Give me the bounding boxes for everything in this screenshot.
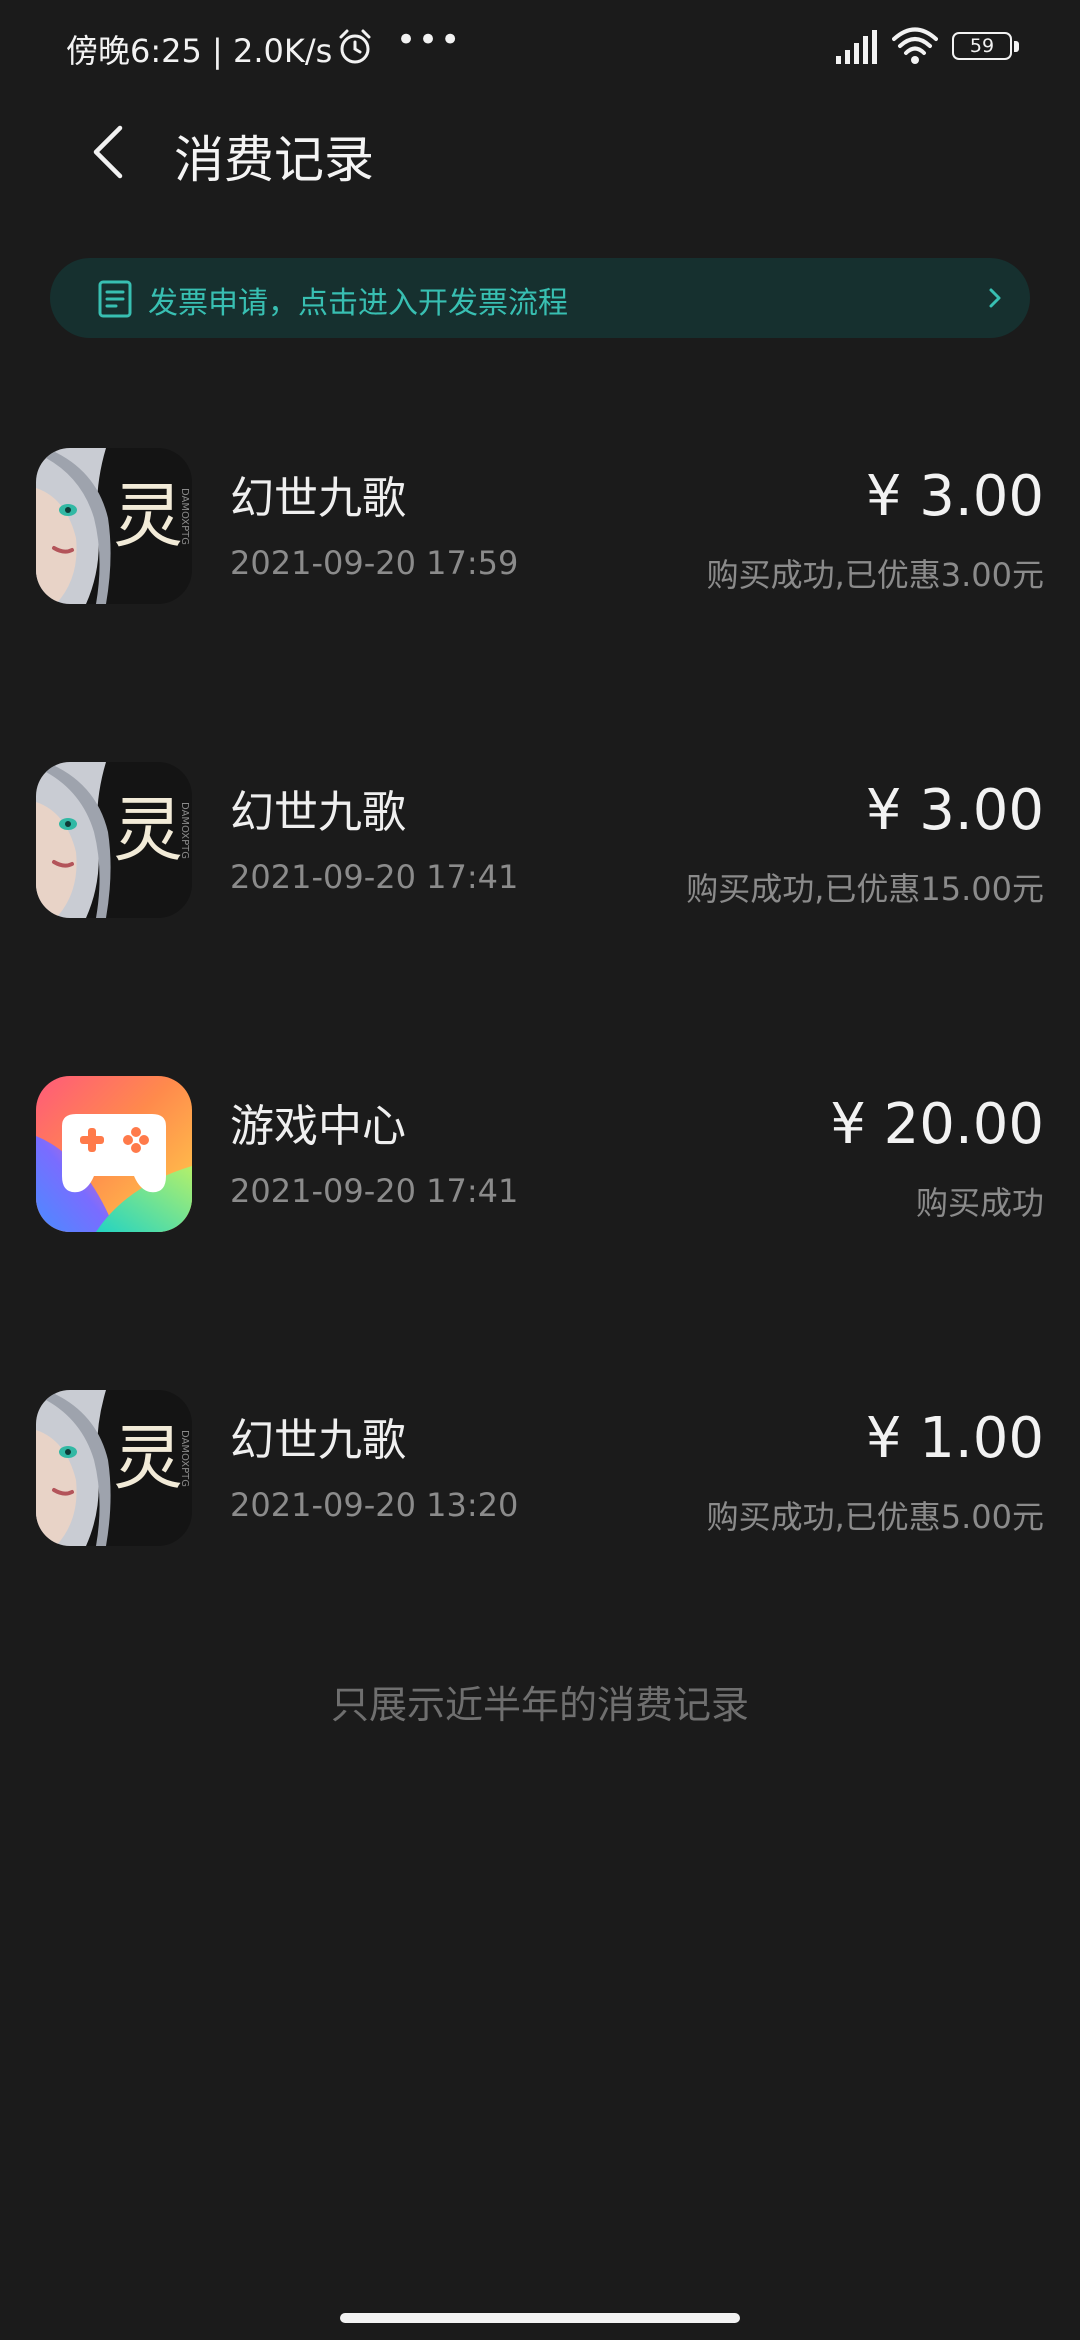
game-linghuan-icon: 灵 DAMOXPTG xyxy=(36,448,192,604)
list-item[interactable]: 灵 DAMOXPTG 幻世九歌 2021-09-20 17:59 ¥ 3.00 … xyxy=(0,448,1080,608)
receipt-icon xyxy=(98,280,132,318)
home-indicator[interactable] xyxy=(340,2313,740,2323)
record-amount: ¥ 20.00 xyxy=(830,1092,1044,1157)
record-amount: ¥ 3.00 xyxy=(865,464,1044,529)
svg-text:灵: 灵 xyxy=(113,475,183,557)
record-amount: ¥ 3.00 xyxy=(865,778,1044,843)
status-bar: 傍晚6:25 | 2.0K/s ••• 59 xyxy=(0,0,1080,96)
battery-level: 59 xyxy=(952,32,1012,60)
record-name: 幻世九歌 xyxy=(230,787,406,838)
wifi-icon xyxy=(892,27,938,64)
record-status: 购买成功,已优惠15.00元 xyxy=(686,870,1044,908)
svg-text:DAMOXPTG: DAMOXPTG xyxy=(179,488,190,545)
record-time: 2021-09-20 17:41 xyxy=(230,1172,519,1210)
record-time: 2021-09-20 17:41 xyxy=(230,858,519,896)
game-linghuan-icon: 灵 DAMOXPTG xyxy=(36,1390,192,1546)
record-name: 幻世九歌 xyxy=(230,473,406,524)
invoice-banner[interactable]: 发票申请，点击进入开发票流程 xyxy=(50,258,1030,338)
list-item[interactable]: 灵 DAMOXPTG 幻世九歌 2021-09-20 17:41 ¥ 3.00 … xyxy=(0,762,1080,922)
chevron-left-icon[interactable] xyxy=(82,120,136,184)
svg-text:灵: 灵 xyxy=(113,1417,183,1499)
record-name: 幻世九歌 xyxy=(230,1415,406,1466)
chevron-right-icon xyxy=(989,288,1001,308)
battery-tip xyxy=(1014,41,1019,52)
record-status: 购买成功,已优惠5.00元 xyxy=(706,1498,1044,1536)
record-amount: ¥ 1.00 xyxy=(865,1406,1044,1471)
game-center-icon xyxy=(36,1076,192,1232)
battery-icon: 59 xyxy=(952,32,1022,62)
list-item[interactable]: 灵 DAMOXPTG 幻世九歌 2021-09-20 13:20 ¥ 1.00 … xyxy=(0,1390,1080,1550)
record-time: 2021-09-20 17:59 xyxy=(230,544,519,582)
status-time: 傍晚6:25 | 2.0K/s xyxy=(66,32,333,70)
cellular-signal-icon xyxy=(836,30,877,64)
page-title: 消费记录 xyxy=(174,131,374,189)
invoice-banner-text: 发票申请，点击进入开发票流程 xyxy=(148,286,568,321)
record-name: 游戏中心 xyxy=(230,1101,406,1152)
svg-text:灵: 灵 xyxy=(113,789,183,871)
alarm-clock-icon xyxy=(339,29,371,64)
more-notifications-icon: ••• xyxy=(396,20,463,60)
footer-note: 只展示近半年的消费记录 xyxy=(330,1683,749,1727)
record-status: 购买成功,已优惠3.00元 xyxy=(706,556,1044,594)
record-time: 2021-09-20 13:20 xyxy=(230,1486,519,1524)
svg-text:DAMOXPTG: DAMOXPTG xyxy=(179,1430,190,1487)
list-item[interactable]: 游戏中心 2021-09-20 17:41 ¥ 20.00 购买成功 xyxy=(0,1076,1080,1236)
game-linghuan-icon: 灵 DAMOXPTG xyxy=(36,762,192,918)
record-status: 购买成功 xyxy=(915,1184,1044,1222)
svg-text:DAMOXPTG: DAMOXPTG xyxy=(179,802,190,859)
